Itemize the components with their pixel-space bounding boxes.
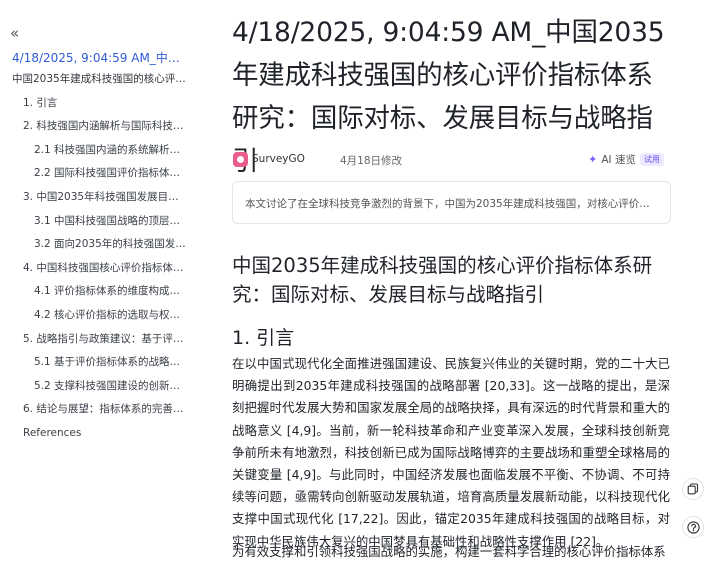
modified-date: 4月18日修改 — [340, 155, 403, 167]
outline-item[interactable]: 2. 科技强国内涵解析与国际科技强国比较 — [0, 115, 195, 139]
body-paragraph: 在以中国式现代化全面推进强国建设、民族复兴伟业的关键时期，党的二十大已明确提出到… — [232, 356, 670, 549]
outline-item[interactable]: 1. 引言 — [0, 92, 195, 116]
outline-list: 中国2035年建成科技强国的核心评价指标体系研究1. 引言2. 科技强国内涵解析… — [0, 68, 195, 446]
ai-overview-label: AI 速览 — [601, 154, 636, 166]
copy-document-icon[interactable] — [682, 478, 704, 500]
outline-item[interactable]: 3.2 面向2035年的科技强国发展路径 — [0, 233, 195, 257]
outline-item[interactable]: References — [0, 422, 195, 446]
document-main: 4/18/2025, 9:04:59 AM_中国2035年建成科技强国的核心评价… — [232, 0, 674, 562]
outline-item[interactable]: 5. 战略指引与政策建议：基于评价指标体系 — [0, 328, 195, 352]
content-heading: 中国2035年建成科技强国的核心评价指标体系研究：国际对标、发展目标与战略指引 — [232, 254, 653, 306]
outline-document-title[interactable]: 4/18/2025, 9:04:59 AM_中国2035年建成科技强国的核心评价… — [12, 49, 184, 66]
outline-item[interactable]: 4. 中国科技强国核心评价指标体系构建 — [0, 257, 195, 281]
ai-summary-box[interactable]: 本文讨论了在全球科技竞争激烈的背景下，中国为2035年建成科技强国，对核心评价指… — [232, 181, 671, 224]
outline-item[interactable]: 2.1 科技强国内涵的系统解析与时代特征 — [0, 139, 195, 163]
collapse-sidebar-icon[interactable]: « — [10, 25, 19, 41]
outline-item[interactable]: 2.2 国际科技强国评价指标体系比较 — [0, 162, 195, 186]
outline-sidebar: « 4/18/2025, 9:04:59 AM_中国2035年建成科技强国的核心… — [0, 0, 195, 562]
author-name[interactable]: SurveyGO — [252, 153, 305, 165]
surveygo-logo-icon — [233, 152, 248, 167]
body-paragraph: 为有效支撑和引领科技强国战略的实施，构建一套科学合理的核心评价指标体系 — [232, 544, 666, 559]
outline-item[interactable]: 中国2035年建成科技强国的核心评价指标体系研究 — [0, 68, 195, 92]
sparkle-icon: ✦ — [588, 153, 598, 166]
section-heading-introduction: 1. 引言 — [232, 327, 295, 349]
ai-overview-button[interactable]: ✦ AI 速览 试用 — [588, 152, 664, 167]
help-question-icon[interactable] — [682, 516, 704, 538]
outline-item[interactable]: 5.2 支撑科技强国建设的创新政策建议 — [0, 375, 195, 399]
outline-item[interactable]: 5.1 基于评价指标体系的战略指引 — [0, 351, 195, 375]
outline-item[interactable]: 3. 中国2035年科技强国发展目标与路径 — [0, 186, 195, 210]
trial-badge: 试用 — [640, 153, 664, 166]
outline-item[interactable]: 4.1 评价指标体系的维度构成与层次结构 — [0, 280, 195, 304]
document-meta: SurveyGO 4月18日修改 ✦ AI 速览 试用 — [232, 151, 674, 169]
outline-item[interactable]: 3.1 中国科技强国战略的顶层设计与目标体系 — [0, 210, 195, 234]
outline-item[interactable]: 6. 结论与展望：指标体系的完善与应用 — [0, 398, 195, 422]
outline-item[interactable]: 4.2 核心评价指标的选取与权重确定 — [0, 304, 195, 328]
